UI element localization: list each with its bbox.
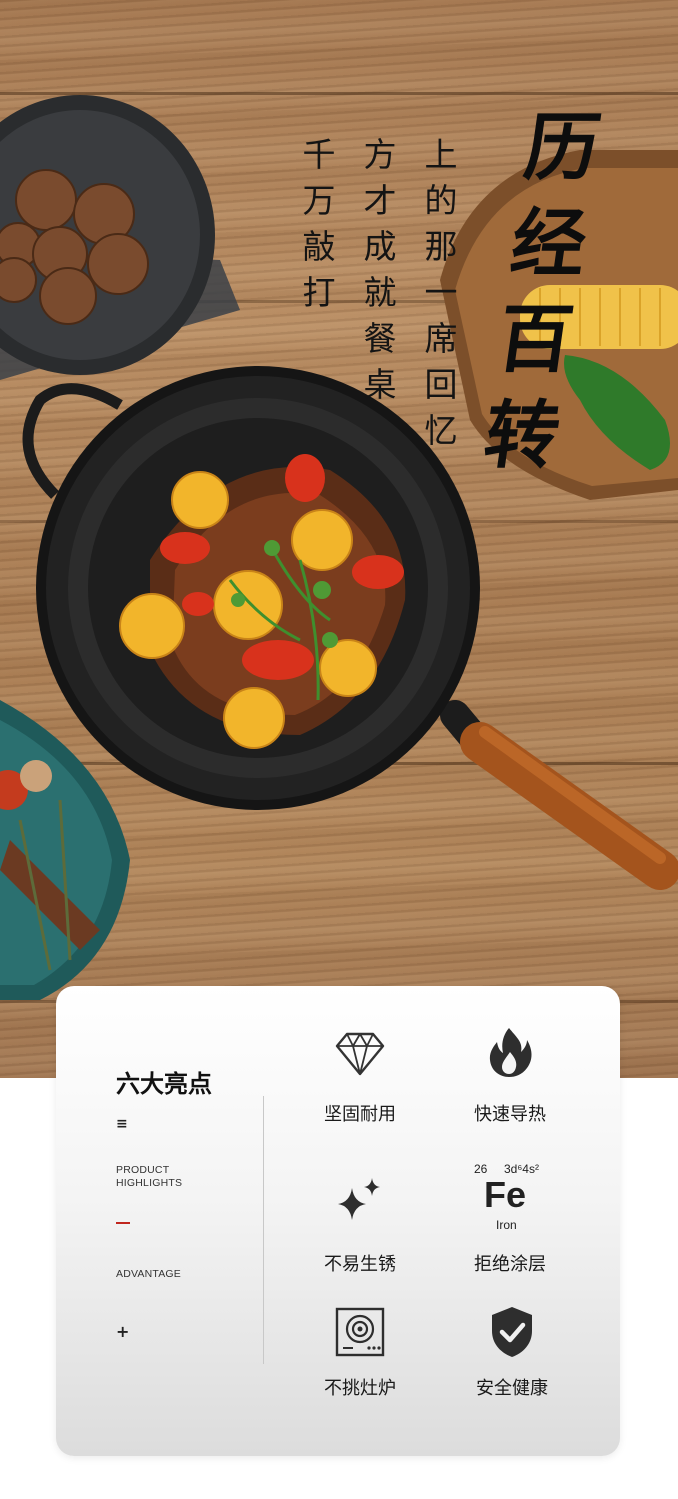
sparkle-icon	[332, 1172, 388, 1228]
product-highlights-label: PRODUCT HIGHLIGHTS	[116, 1164, 183, 1189]
feature-label-rust-resistant: 不易生锈	[324, 1254, 396, 1275]
iron-symbol: Fe	[484, 1174, 527, 1215]
flame-icon	[482, 1024, 538, 1080]
poem-column-3: 千 万 敲 打	[302, 135, 336, 312]
card-divider	[263, 1096, 264, 1364]
plus-mark: +	[116, 1322, 130, 1341]
highlights-card: 六大亮点 ≡ PRODUCT HIGHLIGHTS ADVANTAGE + 坚固…	[56, 986, 620, 1456]
menu-lines-mark: ≡	[116, 1116, 128, 1132]
highlights-title: 六大亮点	[116, 1070, 212, 1098]
hero-photo: 千 万 敲 打 方 才 成 就 餐 桌 上 的 那 一 席 回 忆 历 经 百 …	[0, 0, 678, 1078]
feature-label-safe-healthy: 安全健康	[476, 1378, 548, 1399]
poem-column-1: 上 的 那 一 席 回 忆	[424, 135, 458, 450]
feature-label-fast-heating: 快速导热	[474, 1104, 546, 1125]
poem-text: 千 万 敲 打 方 才 成 就 餐 桌 上 的 那 一 席 回 忆	[296, 132, 466, 452]
feature-label-no-coating: 拒绝涂层	[474, 1254, 546, 1275]
advantage-label: ADVANTAGE	[116, 1268, 182, 1280]
feature-label-all-stoves: 不挑灶炉	[324, 1378, 396, 1399]
feature-label-durable: 坚固耐用	[324, 1104, 396, 1125]
induction-cooker-icon	[332, 1304, 388, 1360]
diamond-icon	[332, 1026, 388, 1082]
iron-name: Iron	[496, 1218, 517, 1232]
iron-element-icon: 26 3d⁶4s² Fe Iron	[474, 1162, 564, 1232]
accent-dash	[116, 1222, 130, 1224]
poem-column-2: 方 才 成 就 餐 桌	[363, 135, 397, 404]
shield-check-icon	[484, 1304, 540, 1360]
